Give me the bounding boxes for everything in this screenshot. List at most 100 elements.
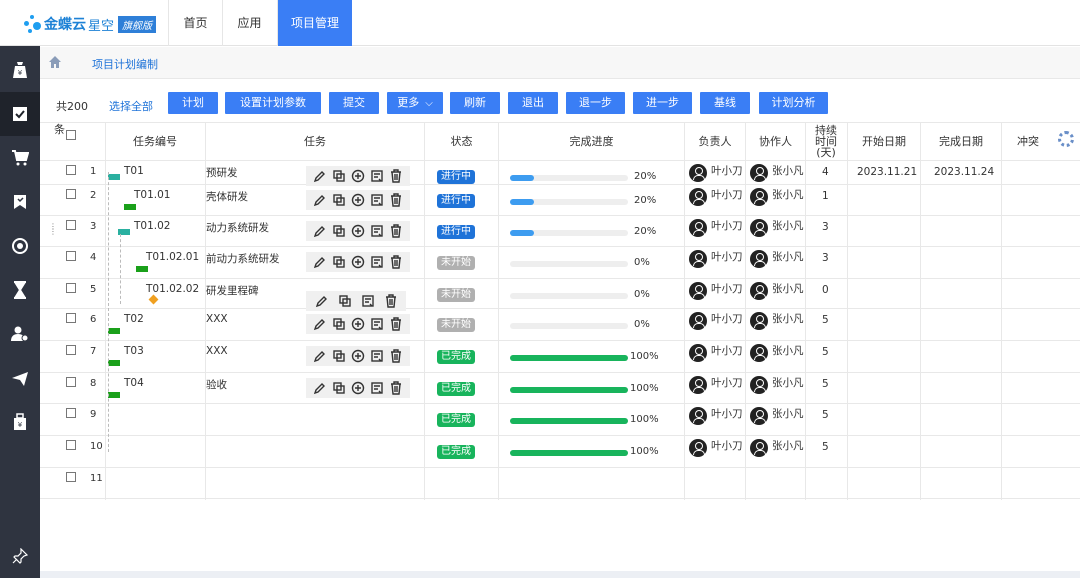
add-icon[interactable] — [351, 255, 365, 269]
delete-icon[interactable] — [389, 255, 403, 269]
task-name[interactable]: 壳体研发 — [206, 189, 248, 204]
submit-button[interactable]: 提交 — [329, 92, 379, 114]
copy-icon[interactable] — [332, 255, 346, 269]
delete-icon[interactable] — [384, 294, 398, 308]
row-checkbox[interactable] — [66, 189, 76, 199]
edit-icon[interactable] — [313, 381, 327, 395]
copy-icon[interactable] — [332, 349, 346, 363]
end-date-header[interactable]: 完成日期 — [921, 122, 1001, 160]
step-forward-button[interactable]: 进一步 — [633, 92, 692, 114]
task-name[interactable]: 验收 — [206, 377, 227, 392]
set-plan-params-button[interactable]: 设置计划参数 — [225, 92, 321, 114]
note-icon[interactable] — [370, 255, 384, 269]
note-icon[interactable] — [370, 349, 384, 363]
code-header[interactable]: 任务编号 — [106, 122, 204, 160]
task-name[interactable]: 动力系统研发 — [206, 220, 269, 235]
app-logo[interactable]: 金蝶云 星空 旗舰版 — [22, 12, 157, 36]
add-icon[interactable] — [351, 193, 365, 207]
row-checkbox[interactable] — [66, 408, 76, 418]
delete-icon[interactable] — [389, 169, 403, 183]
exit-button[interactable]: 退出 — [508, 92, 558, 114]
hourglass-icon[interactable] — [0, 268, 40, 312]
end-date[interactable]: 2023.11.24 — [934, 166, 994, 178]
start-date[interactable]: 2023.11.21 — [857, 166, 917, 178]
delete-icon[interactable] — [389, 317, 403, 331]
collaborator-name[interactable]: 张小凡 — [772, 281, 804, 296]
refresh-button[interactable]: 刷新 — [450, 92, 500, 114]
row-checkbox[interactable] — [66, 440, 76, 450]
row-checkbox[interactable] — [66, 251, 76, 261]
select-all-link[interactable]: 选择全部 — [109, 98, 153, 114]
baseline-button[interactable]: 基线 — [700, 92, 750, 114]
add-icon[interactable] — [351, 349, 365, 363]
note-icon[interactable] — [361, 294, 375, 308]
collaborator-name[interactable]: 张小凡 — [772, 375, 804, 390]
row-checkbox[interactable] — [66, 283, 76, 293]
add-icon[interactable] — [351, 224, 365, 238]
copy-icon[interactable] — [332, 169, 346, 183]
add-icon[interactable] — [351, 381, 365, 395]
delete-icon[interactable] — [389, 381, 403, 395]
task-name[interactable]: 预研发 — [206, 165, 238, 180]
task-name[interactable]: XXX — [206, 345, 228, 357]
header-checkbox[interactable] — [66, 130, 76, 140]
home-icon[interactable] — [48, 55, 62, 69]
breadcrumb-current[interactable]: 项目计划编制 — [92, 56, 158, 72]
conflict-header[interactable]: 冲突 — [1002, 122, 1054, 160]
note-icon[interactable] — [370, 381, 384, 395]
owner-name[interactable]: 叶小刀 — [711, 163, 743, 178]
copy-icon[interactable] — [332, 317, 346, 331]
row-checkbox[interactable] — [66, 345, 76, 355]
delete-icon[interactable] — [389, 349, 403, 363]
edit-icon[interactable] — [313, 169, 327, 183]
edit-icon[interactable] — [313, 255, 327, 269]
note-icon[interactable] — [370, 169, 384, 183]
delete-icon[interactable] — [389, 193, 403, 207]
row-checkbox[interactable] — [66, 472, 76, 482]
copy-icon[interactable] — [332, 381, 346, 395]
status-header[interactable]: 状态 — [425, 122, 498, 160]
edit-icon[interactable] — [313, 224, 327, 238]
row-checkbox[interactable] — [66, 165, 76, 175]
note-icon[interactable] — [370, 193, 384, 207]
collaborator-header[interactable]: 协作人 — [746, 122, 805, 160]
task-name[interactable]: 前动力系统研发 — [206, 251, 280, 266]
collaborator-name[interactable]: 张小凡 — [772, 187, 804, 202]
row-checkbox[interactable] — [66, 313, 76, 323]
bookmark-icon[interactable] — [0, 180, 40, 224]
edit-icon[interactable] — [315, 294, 329, 308]
owner-name[interactable]: 叶小刀 — [711, 375, 743, 390]
collaborator-name[interactable]: 张小凡 — [772, 343, 804, 358]
owner-name[interactable]: 叶小刀 — [711, 343, 743, 358]
user-settings-icon[interactable] — [0, 312, 40, 356]
collaborator-name[interactable]: 张小凡 — [772, 438, 804, 453]
cart-icon[interactable] — [0, 136, 40, 180]
owner-name[interactable]: 叶小刀 — [711, 249, 743, 264]
pin-icon[interactable] — [0, 534, 40, 578]
task-name[interactable]: XXX — [206, 313, 228, 325]
checklist-icon[interactable] — [0, 92, 40, 136]
task-name[interactable]: 研发里程碑 — [206, 283, 259, 298]
owner-header[interactable]: 负责人 — [685, 122, 745, 160]
edit-icon[interactable] — [313, 317, 327, 331]
step-back-button[interactable]: 退一步 — [566, 92, 625, 114]
owner-name[interactable]: 叶小刀 — [711, 406, 743, 421]
collaborator-name[interactable]: 张小凡 — [772, 249, 804, 264]
progress-header[interactable]: 完成进度 — [499, 122, 684, 160]
owner-name[interactable]: 叶小刀 — [711, 438, 743, 453]
owner-name[interactable]: 叶小刀 — [711, 218, 743, 233]
collaborator-name[interactable]: 张小凡 — [772, 163, 804, 178]
task-header[interactable]: 任务 — [206, 122, 424, 160]
tab-project-management[interactable]: 项目管理 — [277, 0, 352, 46]
row-checkbox[interactable] — [66, 377, 76, 387]
note-icon[interactable] — [370, 317, 384, 331]
duration-header[interactable]: 持续时间(天) — [810, 122, 842, 160]
collaborator-name[interactable]: 张小凡 — [772, 406, 804, 421]
copy-icon[interactable] — [332, 224, 346, 238]
column-settings-icon[interactable] — [1058, 131, 1074, 147]
collaborator-name[interactable]: 张小凡 — [772, 218, 804, 233]
start-date-header[interactable]: 开始日期 — [848, 122, 920, 160]
copy-icon[interactable] — [338, 294, 352, 308]
owner-name[interactable]: 叶小刀 — [711, 187, 743, 202]
add-icon[interactable] — [351, 169, 365, 183]
